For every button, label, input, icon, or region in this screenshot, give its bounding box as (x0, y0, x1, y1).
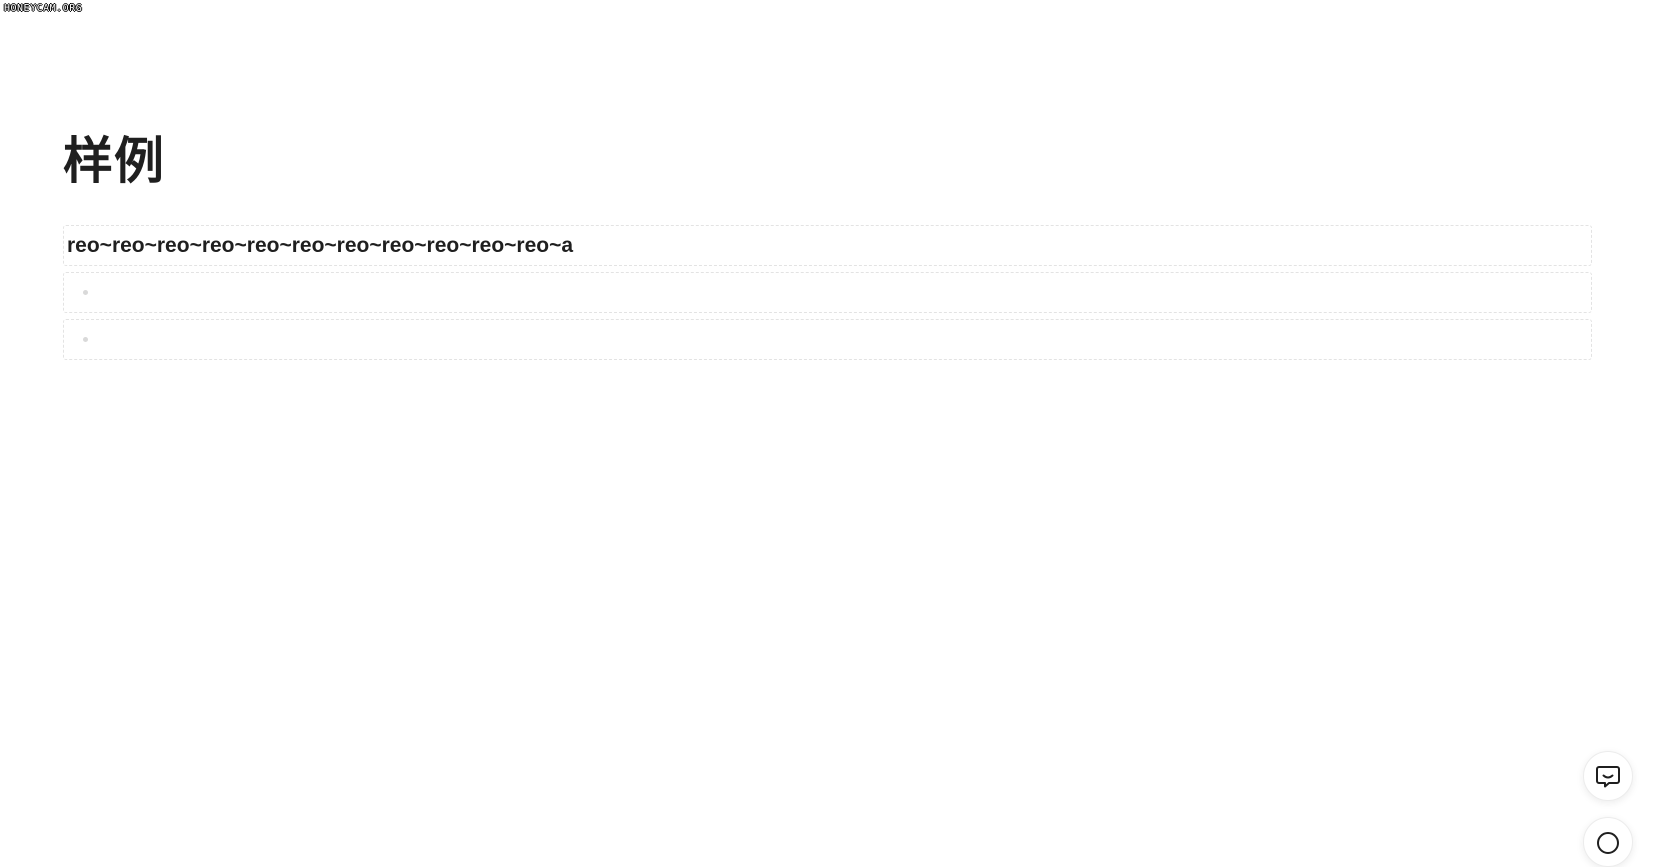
heading-text[interactable]: reo~reo~reo~reo~reo~reo~reo~reo~reo~reo~… (67, 233, 573, 259)
help-icon (1597, 832, 1619, 854)
page-title[interactable]: 样例 (63, 128, 1592, 194)
watermark: HONEYCAM.ORG (4, 3, 83, 14)
bullet-dot-icon (83, 337, 88, 342)
chat-button[interactable] (1583, 751, 1633, 801)
chat-bubble-icon (1596, 766, 1620, 788)
help-button[interactable] (1583, 817, 1633, 867)
document-page: 样例 reo~reo~reo~reo~reo~reo~reo~reo~reo~r… (63, 128, 1592, 360)
bullet-dot-icon (83, 290, 88, 295)
bullet-block[interactable] (63, 319, 1592, 360)
bullet-block[interactable] (63, 272, 1592, 313)
heading-block[interactable]: reo~reo~reo~reo~reo~reo~reo~reo~reo~reo~… (63, 225, 1592, 266)
block-list: reo~reo~reo~reo~reo~reo~reo~reo~reo~reo~… (63, 225, 1592, 366)
